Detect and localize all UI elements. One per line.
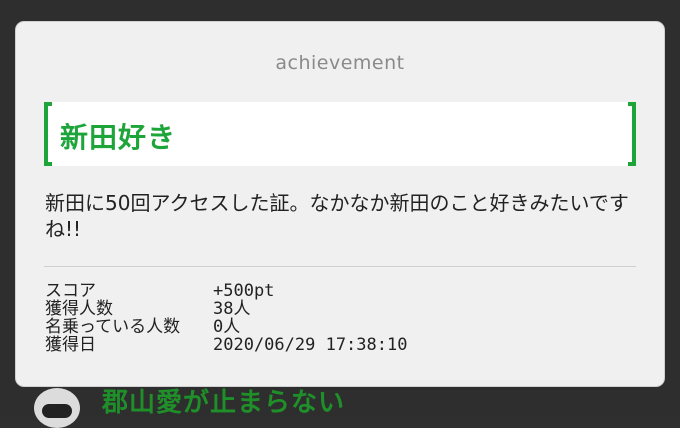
achievement-modal: achievement 新田好き 新田に50回アクセスした証。なかなか新田のこと… — [16, 22, 664, 386]
meta-row-earned-date: 獲得日 2020/06/29 17:38:10 — [45, 336, 635, 354]
meta-value: 0人 — [213, 317, 241, 337]
achievement-description: 新田に50回アクセスした証。なかなか新田のこと好きみたいですね!! — [45, 191, 629, 241]
right-bracket-icon — [628, 102, 636, 166]
left-bracket-icon — [44, 102, 52, 166]
divider — [44, 266, 636, 267]
meta-label: 獲得人数 — [45, 299, 113, 319]
meta-label: 名乗っている人数 — [45, 317, 181, 337]
meta-label: スコア — [45, 281, 96, 301]
meta-value: +500pt — [213, 281, 275, 301]
avatar-icon — [34, 388, 80, 428]
meta-value: 2020/06/29 17:38:10 — [213, 335, 408, 355]
meta-value: 38人 — [213, 299, 251, 319]
meta-row-claimed-count: 名乗っている人数 0人 — [45, 318, 635, 336]
achievement-meta: スコア +500pt 獲得人数 38人 名乗っている人数 0人 獲得日 2020… — [45, 282, 635, 354]
meta-row-earned-count: 獲得人数 38人 — [45, 300, 635, 318]
meta-row-score: スコア +500pt — [45, 282, 635, 300]
achievement-title: 新田好き — [60, 121, 177, 154]
meta-label: 獲得日 — [45, 335, 96, 355]
modal-kicker: achievement — [275, 52, 405, 74]
background-item-title: 郡山愛が止まらない — [102, 388, 346, 418]
achievement-title-band: 新田好き — [44, 102, 636, 166]
background-list-item: 郡山愛が止まらない — [16, 384, 664, 428]
